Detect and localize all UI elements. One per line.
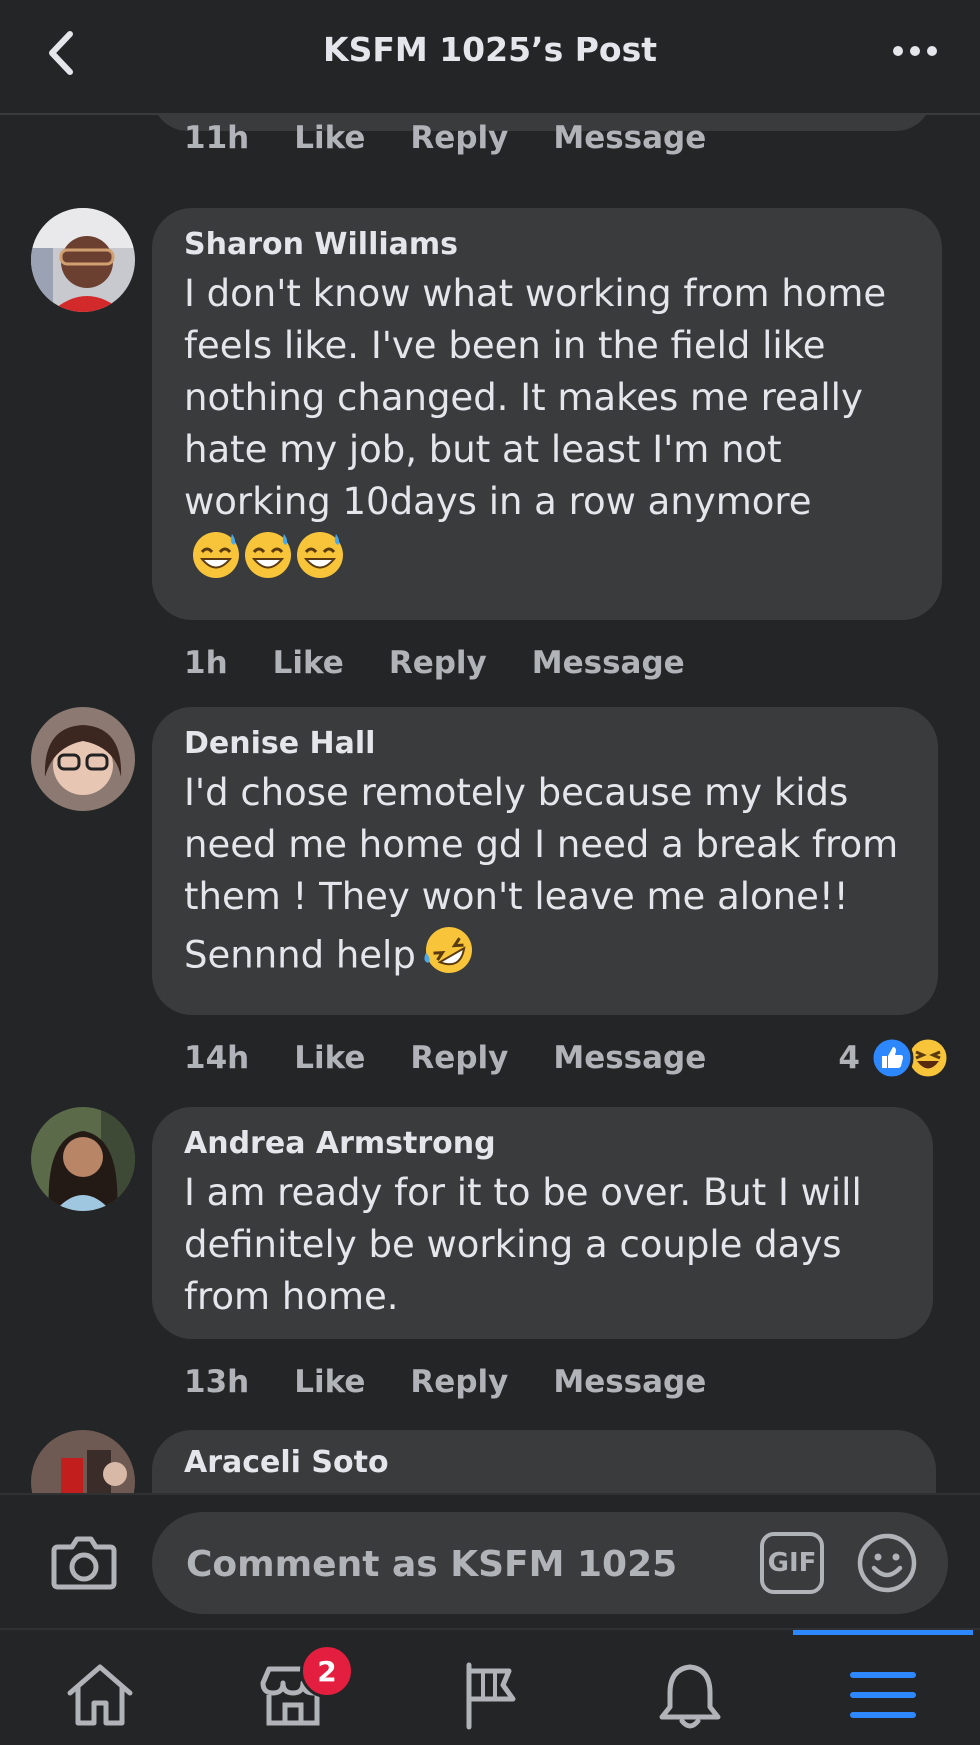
smiley-icon bbox=[857, 1533, 917, 1593]
active-tab-indicator bbox=[793, 1630, 973, 1635]
reaction-count: 4 bbox=[838, 1040, 860, 1076]
comment-composer: GIF bbox=[0, 1493, 980, 1630]
comment-author[interactable]: Andrea Armstrong bbox=[184, 1125, 901, 1163]
comment-text: I'd chose remotely because my kids need … bbox=[184, 767, 906, 991]
marketplace-badge: 2 bbox=[300, 1644, 354, 1698]
home-icon bbox=[67, 1664, 133, 1726]
reactions-summary[interactable]: 4 bbox=[838, 1033, 950, 1083]
avatar[interactable] bbox=[31, 1107, 135, 1211]
comment-text-content: I'd chose remotely because my kids need … bbox=[184, 771, 899, 977]
like-button[interactable]: Like bbox=[294, 1364, 365, 1400]
comment-time: 13h bbox=[184, 1364, 250, 1400]
nav-home[interactable] bbox=[60, 1655, 140, 1735]
flag-icon bbox=[466, 1662, 516, 1730]
comment-actions: 1h Like Reply Message bbox=[184, 638, 730, 688]
grinning-sweat-emoji bbox=[193, 532, 343, 578]
comment-time: 1h bbox=[184, 645, 228, 681]
comment-author[interactable]: Sharon Williams bbox=[184, 226, 910, 264]
rofl-emoji bbox=[422, 923, 476, 991]
bell-icon bbox=[659, 1664, 721, 1729]
comment-text: I am ready for it to be over. But I will… bbox=[184, 1171, 862, 1318]
comment-author[interactable]: Denise Hall bbox=[184, 725, 906, 763]
comment-bubble[interactable]: Andrea Armstrong I am ready for it to be… bbox=[152, 1107, 933, 1339]
camera-button[interactable] bbox=[48, 1525, 120, 1597]
menu-icon bbox=[850, 1672, 916, 1718]
comment-text: I don't know what working from home feel… bbox=[184, 268, 910, 596]
grinning-sweat-emoji-group bbox=[190, 528, 346, 596]
gif-button[interactable]: GIF bbox=[760, 1532, 824, 1594]
comment-box[interactable]: GIF bbox=[152, 1512, 948, 1614]
nav-pages[interactable] bbox=[453, 1655, 533, 1735]
emoji-button[interactable] bbox=[856, 1532, 918, 1594]
like-button[interactable]: Like bbox=[294, 1040, 365, 1076]
comment-time: 11h bbox=[184, 120, 250, 156]
header: KSFM 1025’s Post bbox=[0, 0, 980, 115]
avatar[interactable] bbox=[31, 1430, 135, 1493]
like-reaction-icon bbox=[870, 1036, 914, 1080]
comments-feed[interactable]: 11h Like Reply Message Sharon Williams I… bbox=[0, 113, 980, 1493]
avatar[interactable] bbox=[31, 208, 135, 312]
comment-actions: 11h Like Reply Message bbox=[184, 113, 751, 163]
more-icon bbox=[893, 46, 937, 56]
nav-menu[interactable] bbox=[843, 1655, 923, 1735]
comment-text-content: I don't know what working from home feel… bbox=[184, 272, 887, 523]
comment-bubble[interactable]: Araceli Soto bbox=[152, 1430, 936, 1493]
nav-notifications[interactable] bbox=[650, 1655, 730, 1735]
bottom-nav: 2 bbox=[0, 1628, 980, 1745]
reply-button[interactable]: Reply bbox=[410, 1364, 508, 1400]
comment-bubble[interactable]: Denise Hall I'd chose remotely because m… bbox=[152, 707, 938, 1015]
reply-button[interactable]: Reply bbox=[410, 1040, 508, 1076]
message-button[interactable]: Message bbox=[553, 120, 706, 156]
reply-button[interactable]: Reply bbox=[410, 120, 508, 156]
message-button[interactable]: Message bbox=[553, 1040, 706, 1076]
comment-author[interactable]: Araceli Soto bbox=[184, 1444, 904, 1482]
reply-button[interactable]: Reply bbox=[389, 645, 487, 681]
comment-input[interactable] bbox=[184, 1540, 728, 1588]
camera-icon bbox=[51, 1536, 117, 1590]
like-button[interactable]: Like bbox=[294, 120, 365, 156]
avatar[interactable] bbox=[31, 707, 135, 811]
comment-bubble[interactable]: Sharon Williams I don't know what workin… bbox=[152, 208, 942, 620]
message-button[interactable]: Message bbox=[532, 645, 685, 681]
like-button[interactable]: Like bbox=[273, 645, 344, 681]
message-button[interactable]: Message bbox=[553, 1364, 706, 1400]
page-title: KSFM 1025’s Post bbox=[323, 30, 657, 69]
comment-actions: 13h Like Reply Message bbox=[184, 1357, 751, 1407]
comment-time: 14h bbox=[184, 1040, 250, 1076]
more-options-button[interactable] bbox=[890, 36, 940, 66]
comment-actions: 14h Like Reply Message bbox=[184, 1033, 751, 1083]
